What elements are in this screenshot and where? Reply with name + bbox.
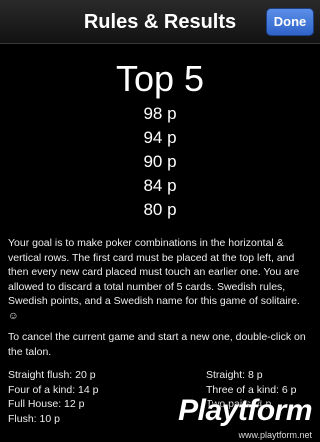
- navigation-bar: Rules & Results Done: [0, 0, 320, 44]
- points-item: Full House: 12 p: [8, 398, 85, 410]
- points-item: Four of a kind: 14 p: [8, 383, 99, 396]
- watermark-url: www.playtform.net: [238, 430, 312, 440]
- points-item: Straight flush: 20 p: [8, 369, 96, 381]
- score-item: 90 p: [143, 152, 177, 171]
- top-scores-title: Top 5: [115, 58, 205, 99]
- rules-paragraph: Your goal is to make poker combinations …: [8, 237, 300, 322]
- score-item: 84 p: [143, 176, 177, 195]
- score-item: 80 p: [143, 200, 177, 219]
- watermark: Playtform www.playtform.net: [170, 390, 320, 442]
- done-button[interactable]: Done: [266, 8, 314, 36]
- watermark-logo: Playtform: [178, 394, 312, 427]
- points-item: Straight: 8 p: [206, 369, 263, 381]
- points-item: Flush: 10 p: [8, 412, 60, 425]
- points-column-left: Straight flush: 20 p Four of a kind: 14 …: [8, 368, 98, 426]
- score-item: 98 p: [143, 104, 177, 123]
- top-scores-list: 98 p 94 p 90 p 84 p 80 p: [0, 102, 320, 222]
- cancel-instructions: To cancel the current game and start a n…: [8, 331, 306, 358]
- score-item: 94 p: [143, 128, 177, 147]
